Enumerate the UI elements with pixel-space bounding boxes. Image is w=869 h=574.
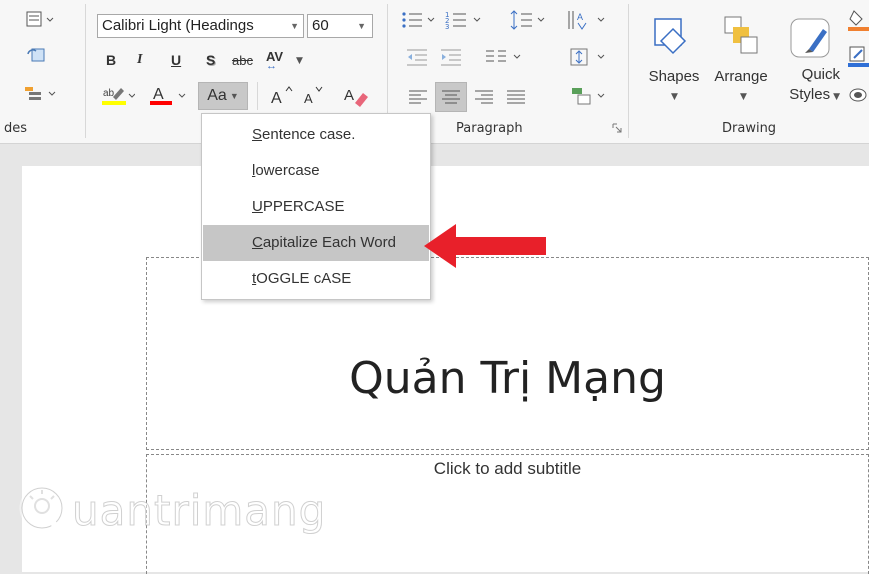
menu-item-label: Capitalize Each Word: [252, 225, 396, 261]
numbering-icon[interactable]: 123: [444, 8, 488, 32]
font-name-dropdown[interactable]: Calibri Light (Headings ▼: [97, 14, 304, 38]
align-right-icon[interactable]: [470, 84, 498, 110]
quick-styles-icon[interactable]: [786, 12, 838, 62]
quick-styles-button[interactable]: Quick Styles ▼: [784, 66, 840, 106]
line-spacing-icon[interactable]: [510, 8, 550, 32]
menu-item-label: UPPERCASE: [252, 189, 345, 225]
chevron-down-icon: ▼: [833, 92, 840, 102]
chevron-down-icon: ▼: [229, 91, 239, 101]
text-direction-icon[interactable]: A: [566, 8, 610, 32]
font-color-button[interactable]: A: [148, 84, 190, 108]
group-divider: [628, 4, 629, 138]
align-left-icon[interactable]: [404, 84, 432, 110]
font-inner-divider: [257, 82, 258, 110]
strikethrough-button[interactable]: abc: [232, 53, 253, 68]
menu-item-sentence-case[interactable]: Sentence case.: [203, 117, 429, 153]
font-size-value: 60: [312, 17, 329, 34]
quick-label: Quick: [801, 66, 840, 83]
arrange-label: Arrange: [714, 67, 768, 85]
change-case-menu: Sentence case. lowercase UPPERCASE Capit…: [201, 113, 431, 300]
bold-button[interactable]: B: [106, 52, 116, 68]
menu-item-toggle-case[interactable]: tOGGLE cASE: [203, 261, 429, 297]
clear-formatting-button[interactable]: A: [342, 84, 372, 108]
highlight-color-button[interactable]: ab: [100, 84, 136, 108]
menu-item-text: apitalize Each Word: [262, 234, 396, 251]
shape-effects-icon[interactable]: [848, 84, 869, 106]
menu-item-label: lowercase: [252, 153, 320, 189]
change-case-label: Aa: [207, 87, 227, 104]
group-divider: [85, 4, 86, 138]
align-text-icon[interactable]: [568, 46, 612, 68]
menu-item-accelerator: U: [252, 198, 263, 215]
menu-item-text: OGGLE cASE: [256, 270, 352, 287]
chevron-down-icon: ▼: [357, 21, 366, 31]
chevron-down-icon[interactable]: ▼: [740, 92, 747, 102]
slides-group-label: des: [4, 121, 28, 136]
increase-indent-icon[interactable]: [438, 46, 464, 68]
svg-text:A: A: [344, 87, 354, 104]
svg-text:3: 3: [445, 23, 449, 31]
menu-item-text: PPERCASE: [262, 198, 345, 215]
smartart-icon[interactable]: [568, 84, 612, 108]
reset-icon[interactable]: [18, 44, 56, 68]
ribbon: des Calibri Light (Headings ▼ 60 ▼ B I U…: [0, 0, 869, 144]
slide-title[interactable]: Quản Trị Mạng: [147, 353, 868, 404]
svg-text:A: A: [153, 86, 164, 103]
align-center-icon[interactable]: [435, 82, 467, 112]
chevron-down-icon: ▼: [290, 21, 299, 31]
section-icon[interactable]: [18, 82, 60, 106]
svg-text:A: A: [304, 91, 313, 106]
menu-item-lowercase[interactable]: lowercase: [203, 153, 429, 189]
layout-icon[interactable]: [18, 8, 56, 32]
menu-item-accelerator: S: [252, 126, 263, 143]
columns-icon[interactable]: [484, 46, 528, 68]
arrange-icon[interactable]: [716, 12, 764, 58]
svg-text:ab: ab: [103, 88, 115, 99]
decrease-indent-icon[interactable]: [404, 46, 430, 68]
italic-button[interactable]: I: [137, 52, 142, 68]
font-size-dropdown[interactable]: 60 ▼: [307, 14, 373, 38]
grow-font-button[interactable]: A: [268, 84, 294, 108]
subtitle-prompt[interactable]: Click to add subtitle: [147, 459, 868, 479]
menu-item-accelerator: C: [252, 234, 263, 251]
red-arrow-icon: [422, 222, 548, 274]
menu-item-text: owercase: [255, 162, 320, 179]
menu-item-label: Sentence case.: [252, 117, 355, 153]
shape-outline-icon[interactable]: [848, 44, 869, 68]
shapes-icon[interactable]: [650, 10, 698, 60]
shrink-font-button[interactable]: A: [300, 84, 326, 108]
justify-icon[interactable]: [502, 84, 530, 110]
change-case-button[interactable]: Aa ▼: [198, 82, 248, 110]
shapes-button[interactable]: Shapes: [644, 66, 704, 86]
shapes-label: Shapes: [648, 67, 700, 85]
svg-text:A: A: [577, 12, 583, 22]
bulb-q-icon: [19, 485, 67, 537]
dialog-launcher-icon[interactable]: [612, 123, 622, 133]
shape-fill-icon[interactable]: [848, 8, 869, 32]
menu-item-text: entence case.: [262, 126, 356, 143]
watermark: uantrimang: [18, 482, 326, 538]
underline-button[interactable]: U: [171, 52, 181, 68]
arrange-button[interactable]: Arrange: [706, 66, 776, 86]
chevron-down-icon[interactable]: ▼: [296, 56, 303, 66]
menu-item-uppercase[interactable]: UPPERCASE: [203, 189, 429, 225]
font-name-value: Calibri Light (Headings: [102, 17, 254, 34]
styles-label: Styles: [789, 86, 831, 103]
drawing-group-label: Drawing: [722, 121, 777, 136]
svg-text:A: A: [271, 90, 282, 107]
watermark-text: uantrimang: [71, 485, 327, 535]
menu-item-capitalize-each-word[interactable]: Capitalize Each Word: [203, 225, 429, 261]
styles-label-wrap: Styles ▼: [789, 85, 840, 107]
menu-item-label: tOGGLE cASE: [252, 261, 351, 297]
bullets-icon[interactable]: [400, 8, 440, 32]
chevron-down-icon[interactable]: ▼: [671, 92, 678, 102]
paragraph-group-label: Paragraph: [456, 121, 523, 136]
shadow-button[interactable]: S: [206, 52, 215, 68]
character-spacing-button[interactable]: AV ↔: [266, 48, 283, 72]
